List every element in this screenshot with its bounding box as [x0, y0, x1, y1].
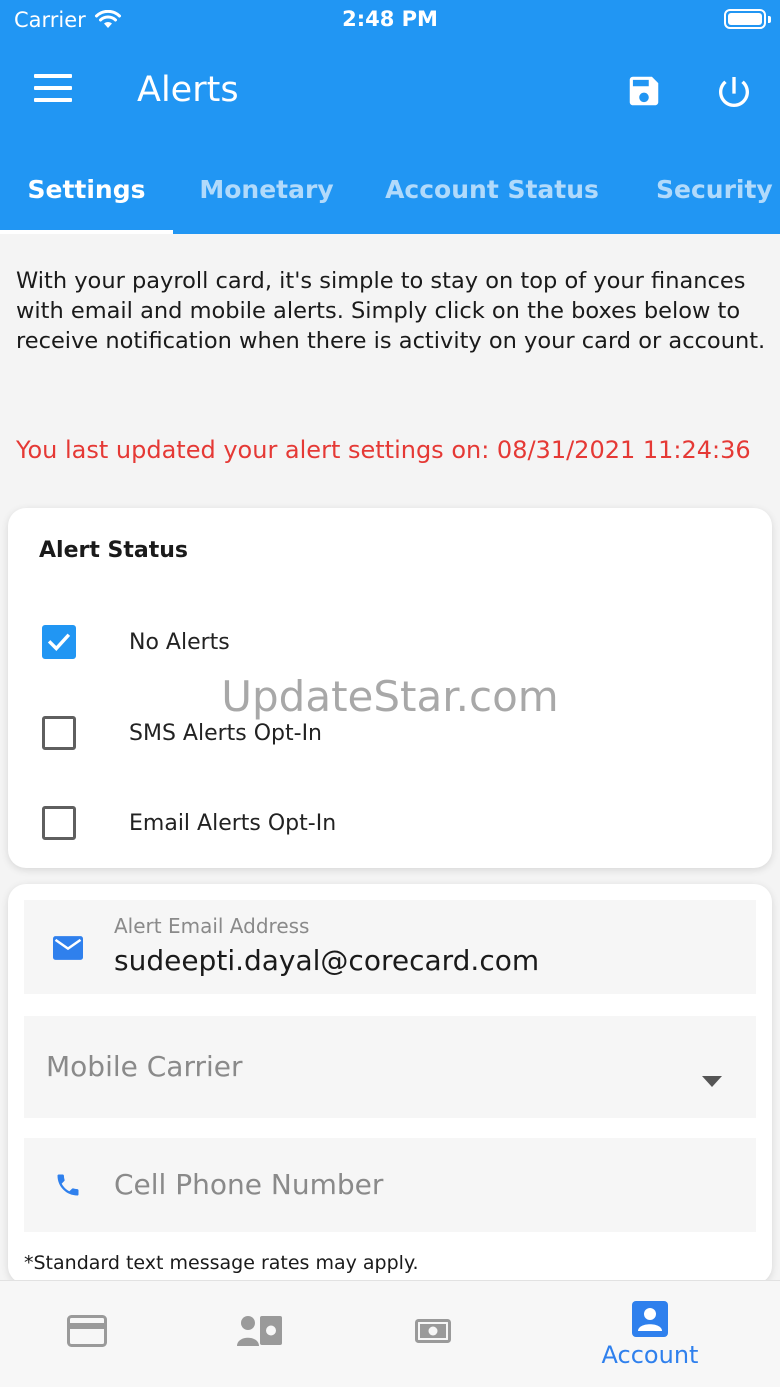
mobile-carrier-select[interactable]: Mobile Carrier	[24, 1016, 756, 1118]
email-field-value: sudeepti.dayal@corecard.com	[114, 944, 540, 977]
contact-card: Alert Email Address sudeepti.dayal@corec…	[8, 884, 772, 1284]
tab-settings[interactable]: Settings	[0, 145, 173, 234]
nav-account[interactable]: Account	[585, 1281, 715, 1387]
tab-security[interactable]: Security	[640, 145, 780, 234]
rates-footnote: *Standard text message rates may apply.	[24, 1252, 419, 1274]
email-alerts-checkbox[interactable]	[42, 806, 76, 840]
cash-icon	[415, 1319, 451, 1343]
sms-alerts-option[interactable]: SMS Alerts Opt-In	[42, 713, 642, 753]
bottom-nav: Account	[0, 1280, 780, 1387]
no-alerts-option[interactable]: No Alerts	[42, 622, 642, 662]
tab-monetary[interactable]: Monetary	[185, 145, 348, 234]
credit-card-icon	[67, 1315, 107, 1347]
menu-icon[interactable]	[34, 74, 72, 102]
dropdown-arrow-icon	[702, 1076, 722, 1087]
power-icon[interactable]	[714, 72, 754, 112]
battery-tip	[768, 16, 771, 23]
mobile-carrier-placeholder: Mobile Carrier	[46, 1050, 243, 1083]
status-bar: Carrier 2:48 PM	[0, 0, 780, 40]
no-alerts-checkbox[interactable]	[42, 625, 76, 659]
account-icon	[632, 1301, 668, 1337]
nav-transfer[interactable]	[195, 1281, 325, 1387]
tab-bar: Settings Monetary Account Status Securit…	[0, 145, 780, 234]
sms-alerts-checkbox[interactable]	[42, 716, 76, 750]
email-alerts-label: Email Alerts Opt-In	[129, 810, 337, 836]
nav-account-label: Account	[601, 1341, 699, 1369]
app-bar: Alerts	[0, 40, 780, 145]
nav-cards[interactable]	[22, 1281, 152, 1387]
page-title: Alerts	[137, 70, 239, 110]
sms-alerts-label: SMS Alerts Opt-In	[129, 720, 323, 746]
nav-cash[interactable]	[368, 1281, 498, 1387]
alert-status-heading: Alert Status	[39, 538, 188, 563]
email-alerts-option[interactable]: Email Alerts Opt-In	[42, 803, 642, 843]
money-transfer-icon	[237, 1316, 282, 1346]
battery-icon	[724, 9, 766, 29]
email-field[interactable]: Alert Email Address sudeepti.dayal@corec…	[24, 900, 756, 994]
tab-account-status[interactable]: Account Status	[372, 145, 612, 234]
no-alerts-label: No Alerts	[129, 629, 230, 655]
checkmark-icon	[47, 633, 71, 652]
phone-icon	[57, 1174, 79, 1196]
intro-text: With your payroll card, it's simple to s…	[16, 268, 766, 354]
save-icon[interactable]	[625, 72, 663, 110]
email-field-label: Alert Email Address	[114, 914, 310, 938]
alert-status-card: Alert Status No Alerts SMS Alerts Opt-In…	[8, 508, 772, 868]
cell-phone-placeholder: Cell Phone Number	[114, 1168, 384, 1201]
last-updated-text: You last updated your alert settings on:…	[16, 436, 751, 464]
clock: 2:48 PM	[342, 7, 438, 31]
email-icon	[53, 936, 83, 960]
cell-phone-input[interactable]: Cell Phone Number	[24, 1138, 756, 1232]
